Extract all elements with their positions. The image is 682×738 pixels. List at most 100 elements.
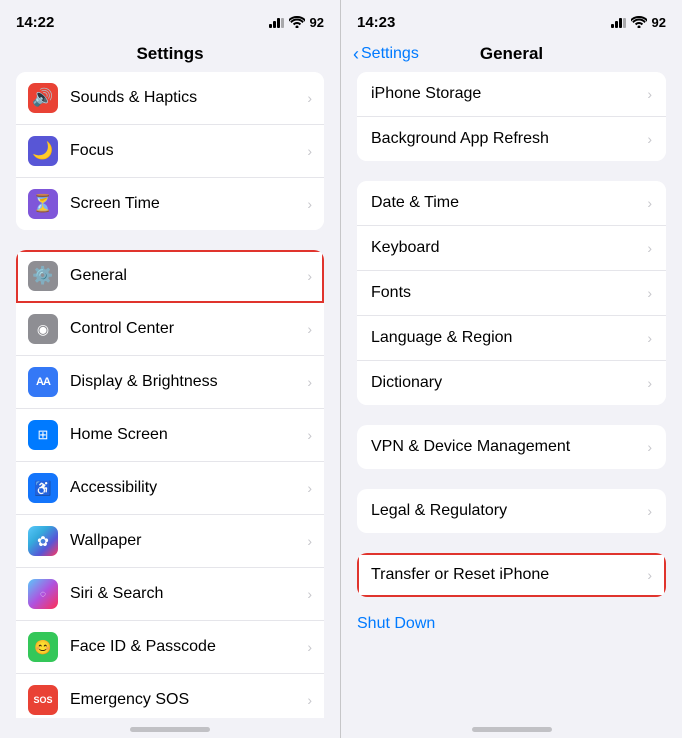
right-item-keyboard[interactable]: Keyboard › <box>357 226 666 271</box>
right-item-vpn[interactable]: VPN & Device Management › <box>357 425 666 469</box>
right-page-title: General <box>480 44 543 64</box>
accessibility-label: Accessibility <box>70 479 303 497</box>
controlcenter-label: Control Center <box>70 320 303 338</box>
right-item-legal[interactable]: Legal & Regulatory › <box>357 489 666 533</box>
right-item-fonts[interactable]: Fonts › <box>357 271 666 316</box>
general-label: General <box>70 267 303 285</box>
back-chevron-icon: ‹ <box>353 45 359 63</box>
language-label: Language & Region <box>371 329 647 347</box>
chevron-icon: › <box>647 285 652 301</box>
chevron-icon: › <box>647 375 652 391</box>
chevron-icon: › <box>307 480 312 496</box>
chevron-icon: › <box>647 195 652 211</box>
chevron-icon: › <box>307 321 312 337</box>
sidebar-item-siri[interactable]: ◌ Siri & Search › <box>16 568 324 621</box>
chevron-icon: › <box>307 533 312 549</box>
sidebar-item-wallpaper[interactable]: ✿ Wallpaper › <box>16 515 324 568</box>
wallpaper-label: Wallpaper <box>70 532 303 550</box>
status-icons-left: 92 <box>269 15 324 30</box>
left-settings-scroll[interactable]: 🔊 Sounds & Haptics › 🌙 Focus › ⏳ Screen … <box>0 72 340 718</box>
sidebar-item-focus[interactable]: 🌙 Focus › <box>16 125 324 178</box>
chevron-icon: › <box>307 692 312 708</box>
chevron-icon: › <box>307 374 312 390</box>
siri-label: Siri & Search <box>70 585 303 603</box>
sounds-icon: 🔊 <box>28 83 58 113</box>
sidebar-item-screentime[interactable]: ⏳ Screen Time › <box>16 178 324 230</box>
settings-group-1: 🔊 Sounds & Haptics › 🌙 Focus › ⏳ Screen … <box>16 72 324 230</box>
battery-level-left: 92 <box>310 15 324 30</box>
faceid-label: Face ID & Passcode <box>70 638 303 656</box>
battery-level-right: 92 <box>652 15 666 30</box>
sidebar-item-controlcenter[interactable]: ◉ Control Center › <box>16 303 324 356</box>
chevron-icon: › <box>307 143 312 159</box>
sidebar-item-faceid[interactable]: 😊 Face ID & Passcode › <box>16 621 324 674</box>
right-item-datetime[interactable]: Date & Time › <box>357 181 666 226</box>
shutdown-link[interactable]: Shut Down <box>341 605 682 643</box>
right-settings-scroll[interactable]: iPhone Storage › Background App Refresh … <box>341 72 682 718</box>
time-right: 14:23 <box>357 14 395 31</box>
datetime-label: Date & Time <box>371 194 647 212</box>
chevron-icon: › <box>647 567 652 583</box>
left-header: Settings <box>0 36 340 72</box>
right-group-4: Legal & Regulatory › <box>357 489 666 533</box>
wallpaper-icon: ✿ <box>28 526 58 556</box>
signal-icon-right <box>611 16 626 28</box>
home-indicator-left <box>0 718 340 738</box>
back-label: Settings <box>361 45 419 63</box>
time-left: 14:22 <box>16 14 54 31</box>
focus-label: Focus <box>70 142 303 160</box>
right-item-dictionary[interactable]: Dictionary › <box>357 361 666 405</box>
home-indicator-right <box>341 718 682 738</box>
sidebar-item-homescreen[interactable]: ⊞ Home Screen › <box>16 409 324 462</box>
chevron-icon: › <box>307 90 312 106</box>
homescreen-label: Home Screen <box>70 426 303 444</box>
right-group-1: iPhone Storage › Background App Refresh … <box>357 72 666 161</box>
general-icon: ⚙️ <box>28 261 58 291</box>
keyboard-label: Keyboard <box>371 239 647 257</box>
settings-group-2: ⚙️ General › ◉ Control Center › AA Displ… <box>16 250 324 718</box>
sidebar-item-display[interactable]: AA Display & Brightness › <box>16 356 324 409</box>
chevron-icon: › <box>307 268 312 284</box>
iphoneStorage-label: iPhone Storage <box>371 85 647 103</box>
sidebar-item-sos[interactable]: SOS Emergency SOS › <box>16 674 324 718</box>
right-panel: 14:23 92 ‹ Settings General iPhone Stor <box>341 0 682 738</box>
back-button[interactable]: ‹ Settings <box>353 45 419 63</box>
right-item-language[interactable]: Language & Region › <box>357 316 666 361</box>
right-item-backgroundApp[interactable]: Background App Refresh › <box>357 117 666 161</box>
faceid-icon: 😊 <box>28 632 58 662</box>
sidebar-item-accessibility[interactable]: ♿ Accessibility › <box>16 462 324 515</box>
status-icons-right: 92 <box>611 15 666 30</box>
homescreen-icon: ⊞ <box>28 420 58 450</box>
sos-label: Emergency SOS <box>70 691 303 709</box>
transfer-label: Transfer or Reset iPhone <box>371 566 647 584</box>
controlcenter-icon: ◉ <box>28 314 58 344</box>
chevron-icon: › <box>307 639 312 655</box>
accessibility-icon: ♿ <box>28 473 58 503</box>
chevron-icon: › <box>647 439 652 455</box>
status-bar-right: 14:23 92 <box>341 0 682 36</box>
backgroundApp-label: Background App Refresh <box>371 130 647 148</box>
legal-label: Legal & Regulatory <box>371 502 647 520</box>
chevron-icon: › <box>647 330 652 346</box>
chevron-icon: › <box>647 86 652 102</box>
sidebar-item-sounds[interactable]: 🔊 Sounds & Haptics › <box>16 72 324 125</box>
fonts-label: Fonts <box>371 284 647 302</box>
wifi-icon-right <box>631 16 647 28</box>
siri-icon: ◌ <box>28 579 58 609</box>
chevron-icon: › <box>307 586 312 602</box>
left-page-title: Settings <box>136 44 203 64</box>
dictionary-label: Dictionary <box>371 374 647 392</box>
right-item-transfer[interactable]: Transfer or Reset iPhone › <box>357 553 666 597</box>
screentime-label: Screen Time <box>70 195 303 213</box>
left-panel: 14:22 92 Settings 🔊 Sounds & Haptics › <box>0 0 341 738</box>
chevron-icon: › <box>307 196 312 212</box>
sidebar-item-general[interactable]: ⚙️ General › <box>16 250 324 303</box>
right-item-iphoneStorage[interactable]: iPhone Storage › <box>357 72 666 117</box>
signal-icon <box>269 16 284 28</box>
vpn-label: VPN & Device Management <box>371 438 647 456</box>
wifi-icon <box>289 16 305 28</box>
sos-icon: SOS <box>28 685 58 715</box>
right-group-2: Date & Time › Keyboard › Fonts › Languag… <box>357 181 666 405</box>
right-group-5: Transfer or Reset iPhone › <box>357 553 666 597</box>
display-icon: AA <box>28 367 58 397</box>
